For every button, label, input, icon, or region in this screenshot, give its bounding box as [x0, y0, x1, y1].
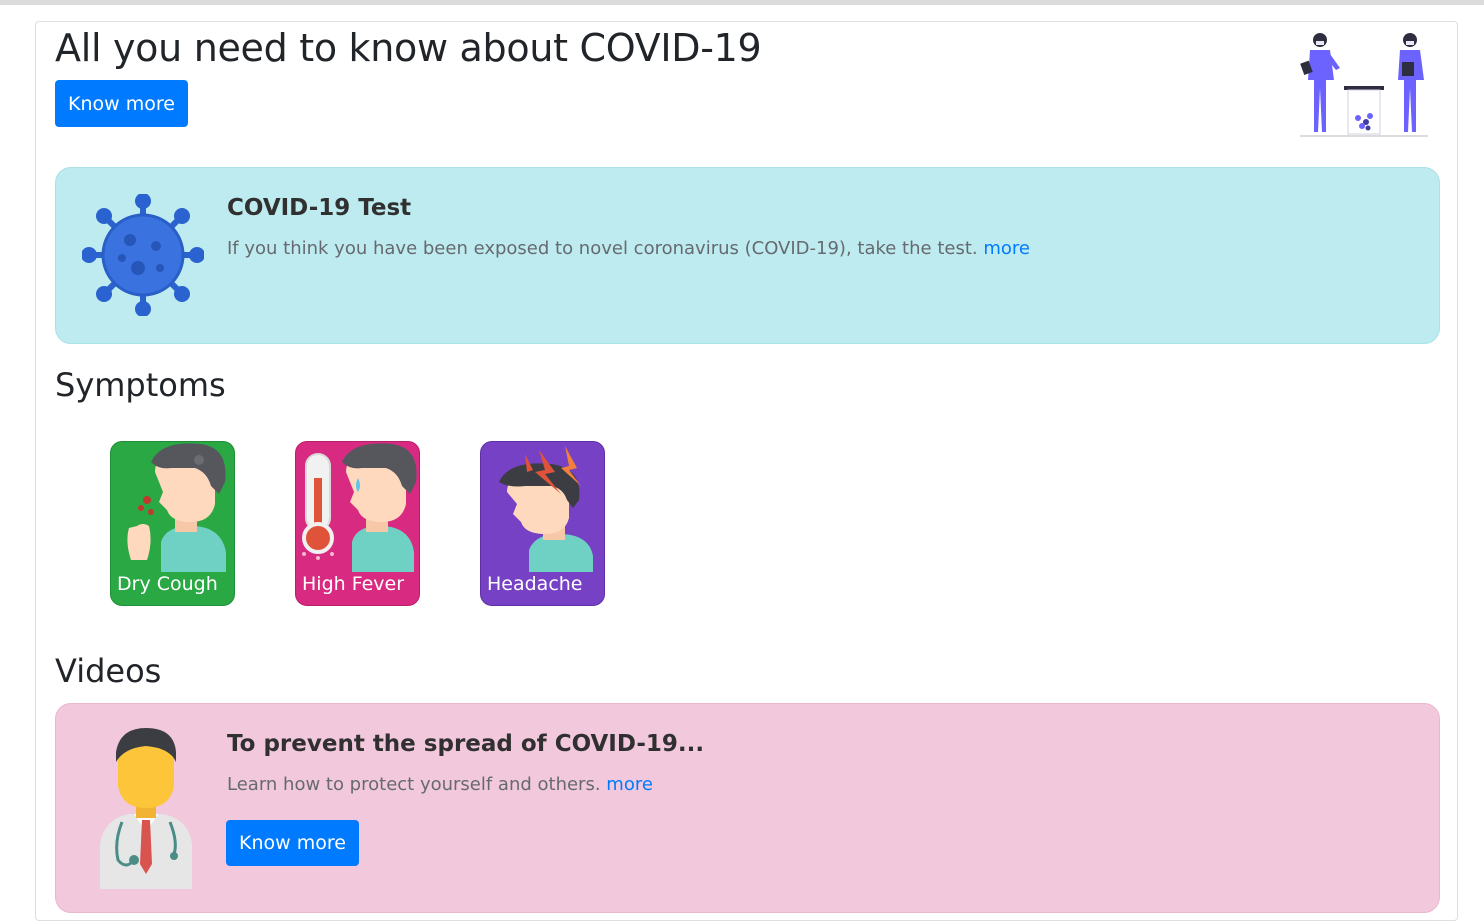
symptom-card-headache[interactable]: Headache — [480, 441, 605, 606]
cough-icon — [127, 443, 226, 572]
doctor-icon — [100, 728, 192, 889]
video-card-text: Learn how to protect yourself and others… — [227, 774, 653, 795]
symptom-label-headache: Headache — [487, 573, 583, 595]
video-more-link[interactable]: more — [606, 774, 653, 795]
symptom-card-dry-cough[interactable]: Dry Cough — [110, 441, 235, 606]
virus-icon — [82, 194, 204, 316]
covid-test-card: COVID-19 Test If you think you have been… — [55, 167, 1440, 344]
page-title: All you need to know about COVID-19 — [55, 26, 762, 70]
doctors-testing-illustration-icon — [1300, 33, 1428, 137]
test-card-text: If you think you have been exposed to no… — [227, 238, 1030, 259]
symptom-label-high-fever: High Fever — [302, 573, 405, 595]
video-know-more-button[interactable]: Know more — [226, 820, 359, 866]
test-card-description: If you think you have been exposed to no… — [227, 238, 978, 259]
fever-thermometer-icon — [302, 443, 417, 572]
know-more-button[interactable]: Know more — [55, 80, 188, 127]
video-card-description: Learn how to protect yourself and others… — [227, 774, 601, 795]
video-card-title: To prevent the spread of COVID-19... — [227, 731, 705, 757]
test-more-link[interactable]: more — [983, 238, 1030, 259]
browser-top-bar — [0, 0, 1484, 5]
videos-heading: Videos — [55, 652, 162, 690]
symptom-label-dry-cough: Dry Cough — [117, 573, 218, 595]
video-card: To prevent the spread of COVID-19... Lea… — [55, 703, 1440, 913]
test-card-title: COVID-19 Test — [227, 195, 412, 221]
symptoms-heading: Symptoms — [55, 366, 226, 404]
headache-icon — [499, 446, 593, 572]
symptom-card-high-fever[interactable]: High Fever — [295, 441, 420, 606]
